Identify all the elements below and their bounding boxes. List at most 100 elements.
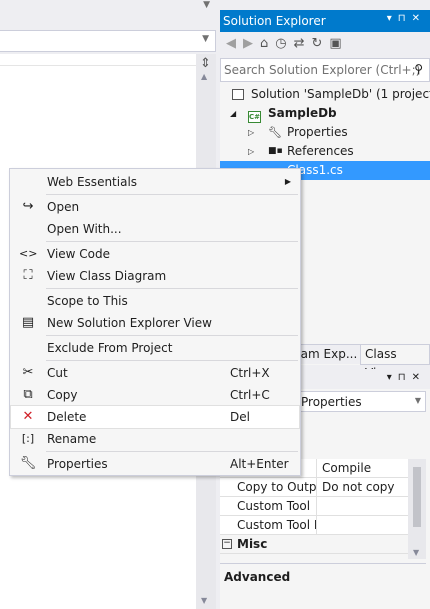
property-category[interactable]: − Misc: [220, 535, 408, 554]
new-view-icon: ▤: [21, 315, 35, 330]
menu-item-label: Copy: [47, 388, 78, 402]
collapsed-arrow-icon[interactable]: ▷: [248, 142, 254, 161]
search-icon[interactable]: ⚲: [414, 62, 423, 76]
menu-item-label: New Solution Explorer View: [47, 316, 212, 330]
menu-item-shortcut: Ctrl+C: [230, 388, 270, 402]
menu-item-view-class-diagram[interactable]: ⛶ View Class Diagram: [11, 265, 299, 287]
menu-item-scope-to-this[interactable]: Scope to This: [11, 290, 299, 312]
property-row[interactable]: Custom Tool N: [220, 516, 408, 535]
pin-icon[interactable]: ⊓: [398, 13, 412, 24]
menu-item-shortcut: Del: [230, 410, 250, 424]
description-title: Advanced: [224, 570, 291, 584]
chevron-down-icon[interactable]: ▼: [203, 0, 210, 10]
divider: [0, 65, 196, 66]
tree-item-label: Solution 'SampleDb' (1 project): [251, 87, 430, 101]
menu-separator: [46, 241, 298, 242]
property-row[interactable]: Custom Tool: [220, 497, 408, 516]
menu-item-open-with[interactable]: Open With...: [11, 218, 299, 240]
view-code-icon: <>: [19, 247, 38, 260]
sync-icon[interactable]: ⇄: [294, 36, 305, 51]
tree-item-label: References: [287, 144, 354, 158]
menu-separator: [46, 288, 298, 289]
refresh-icon[interactable]: ↻: [312, 36, 323, 51]
wrench-icon: 🔧︎: [268, 126, 282, 139]
tree-item-properties[interactable]: ▷ 🔧︎ Properties: [220, 123, 430, 142]
chevron-down-icon[interactable]: ▼: [415, 396, 421, 405]
expanded-arrow-icon[interactable]: ◢: [230, 104, 236, 123]
back-icon[interactable]: ◀: [226, 36, 236, 51]
menu-item-view-code[interactable]: <> View Code: [11, 243, 299, 265]
tree-item-solution[interactable]: Solution 'SampleDb' (1 project): [220, 85, 430, 104]
collapse-icon[interactable]: −: [222, 539, 232, 549]
split-handle-icon[interactable]: ⇕: [200, 56, 211, 71]
scroll-thumb[interactable]: [413, 467, 421, 527]
cut-icon: ✂: [22, 365, 34, 380]
menu-item-label: View Class Diagram: [47, 269, 167, 283]
tree-item-references[interactable]: ▷ ■▪ References: [220, 142, 430, 161]
property-grid-scrollbar[interactable]: ▼: [408, 459, 426, 559]
rename-icon: [:]: [21, 432, 35, 445]
menu-item-rename[interactable]: [:] Rename: [11, 428, 299, 450]
menu-item-open[interactable]: ↪ Open: [11, 196, 299, 218]
menu-item-label: Scope to This: [47, 294, 128, 308]
scroll-up-icon[interactable]: ▲: [201, 72, 207, 81]
menu-item-label: View Code: [47, 247, 111, 261]
search-input[interactable]: Search Solution Explorer (Ctrl+;) ⚲: [220, 58, 430, 82]
menu-item-copy[interactable]: ⧉ Copy Ctrl+C: [11, 384, 299, 406]
menu-item-exclude-from-project[interactable]: Exclude From Project: [11, 337, 299, 359]
menu-item-shortcut: Ctrl+X: [230, 366, 270, 380]
navigation-combo[interactable]: ▼: [0, 30, 216, 52]
context-menu: Web Essentials ▶ ↪ Open Open With... <> …: [9, 168, 301, 476]
copy-icon: ⧉: [23, 387, 33, 402]
history-icon[interactable]: ◷: [275, 36, 286, 51]
menu-item-label: Open: [47, 200, 80, 214]
collapse-all-icon[interactable]: ▣: [329, 36, 341, 51]
tree-item-label: Properties: [287, 125, 348, 139]
submenu-arrow-icon: ▶: [284, 177, 291, 186]
close-icon[interactable]: ✕: [412, 13, 426, 24]
category-label: Misc: [237, 537, 268, 551]
property-description: Advanced: [220, 563, 426, 609]
collapsed-arrow-icon[interactable]: ▷: [248, 123, 254, 142]
menu-item-label: Delete: [47, 410, 87, 424]
wrench-icon: 🔧︎: [19, 456, 37, 471]
window-position-icon[interactable]: ▾: [387, 13, 398, 24]
chevron-down-icon[interactable]: ▼: [202, 34, 209, 44]
references-icon: ■▪: [268, 146, 283, 156]
tab-class-view[interactable]: Class View: [360, 345, 430, 380]
forward-icon[interactable]: ▶: [243, 36, 253, 51]
menu-item-label: Web Essentials: [47, 175, 138, 189]
window-position-icon[interactable]: ▾: [387, 372, 398, 383]
property-value[interactable]: Compile: [322, 459, 408, 477]
menu-separator: [46, 360, 298, 361]
tree-item-project[interactable]: ◢ C# SampleDb: [220, 104, 430, 123]
class-diagram-icon: ⛶: [23, 268, 33, 283]
scroll-down-icon[interactable]: ▼: [413, 548, 419, 557]
solution-tree: Solution 'SampleDb' (1 project) ◢ C# Sam…: [220, 82, 430, 180]
tree-item-label: SampleDb: [268, 106, 337, 120]
menu-item-new-solution-explorer-view[interactable]: ▤ New Solution Explorer View: [11, 312, 299, 334]
menu-item-properties[interactable]: 🔧︎ Properties Alt+Enter: [11, 453, 299, 475]
combo-value: Properties: [301, 395, 362, 409]
menu-item-delete[interactable]: ✕ Delete Del: [10, 405, 300, 429]
menu-item-label: Cut: [47, 366, 68, 380]
menu-item-cut[interactable]: ✂ Cut Ctrl+X: [11, 362, 299, 384]
scroll-down-icon[interactable]: ▼: [201, 596, 207, 605]
property-key: Custom Tool N: [237, 516, 317, 535]
close-icon[interactable]: ✕: [412, 372, 426, 383]
solution-explorer-title: Solution Explorer ▾⊓✕: [220, 10, 430, 32]
property-value[interactable]: Do not copy: [322, 478, 408, 496]
home-icon[interactable]: ⌂: [260, 36, 268, 51]
panel-title: Solution Explorer: [223, 14, 326, 28]
property-key: Copy to Output: [237, 478, 317, 497]
menu-separator: [46, 335, 298, 336]
property-row[interactable]: Copy to Output Do not copy: [220, 478, 408, 497]
menu-item-label: Properties: [47, 457, 108, 471]
delete-icon: ✕: [22, 409, 34, 424]
menu-item-shortcut: Alt+Enter: [230, 457, 289, 471]
menu-item-label: Open With...: [47, 222, 122, 236]
menu-item-label: Exclude From Project: [47, 341, 173, 355]
menu-item-web-essentials[interactable]: Web Essentials ▶: [11, 171, 299, 193]
solution-explorer-toolbar: ◀ ▶ ⌂ ◷ ⇄ ↻ ▣: [220, 32, 430, 58]
pin-icon[interactable]: ⊓: [398, 372, 412, 383]
